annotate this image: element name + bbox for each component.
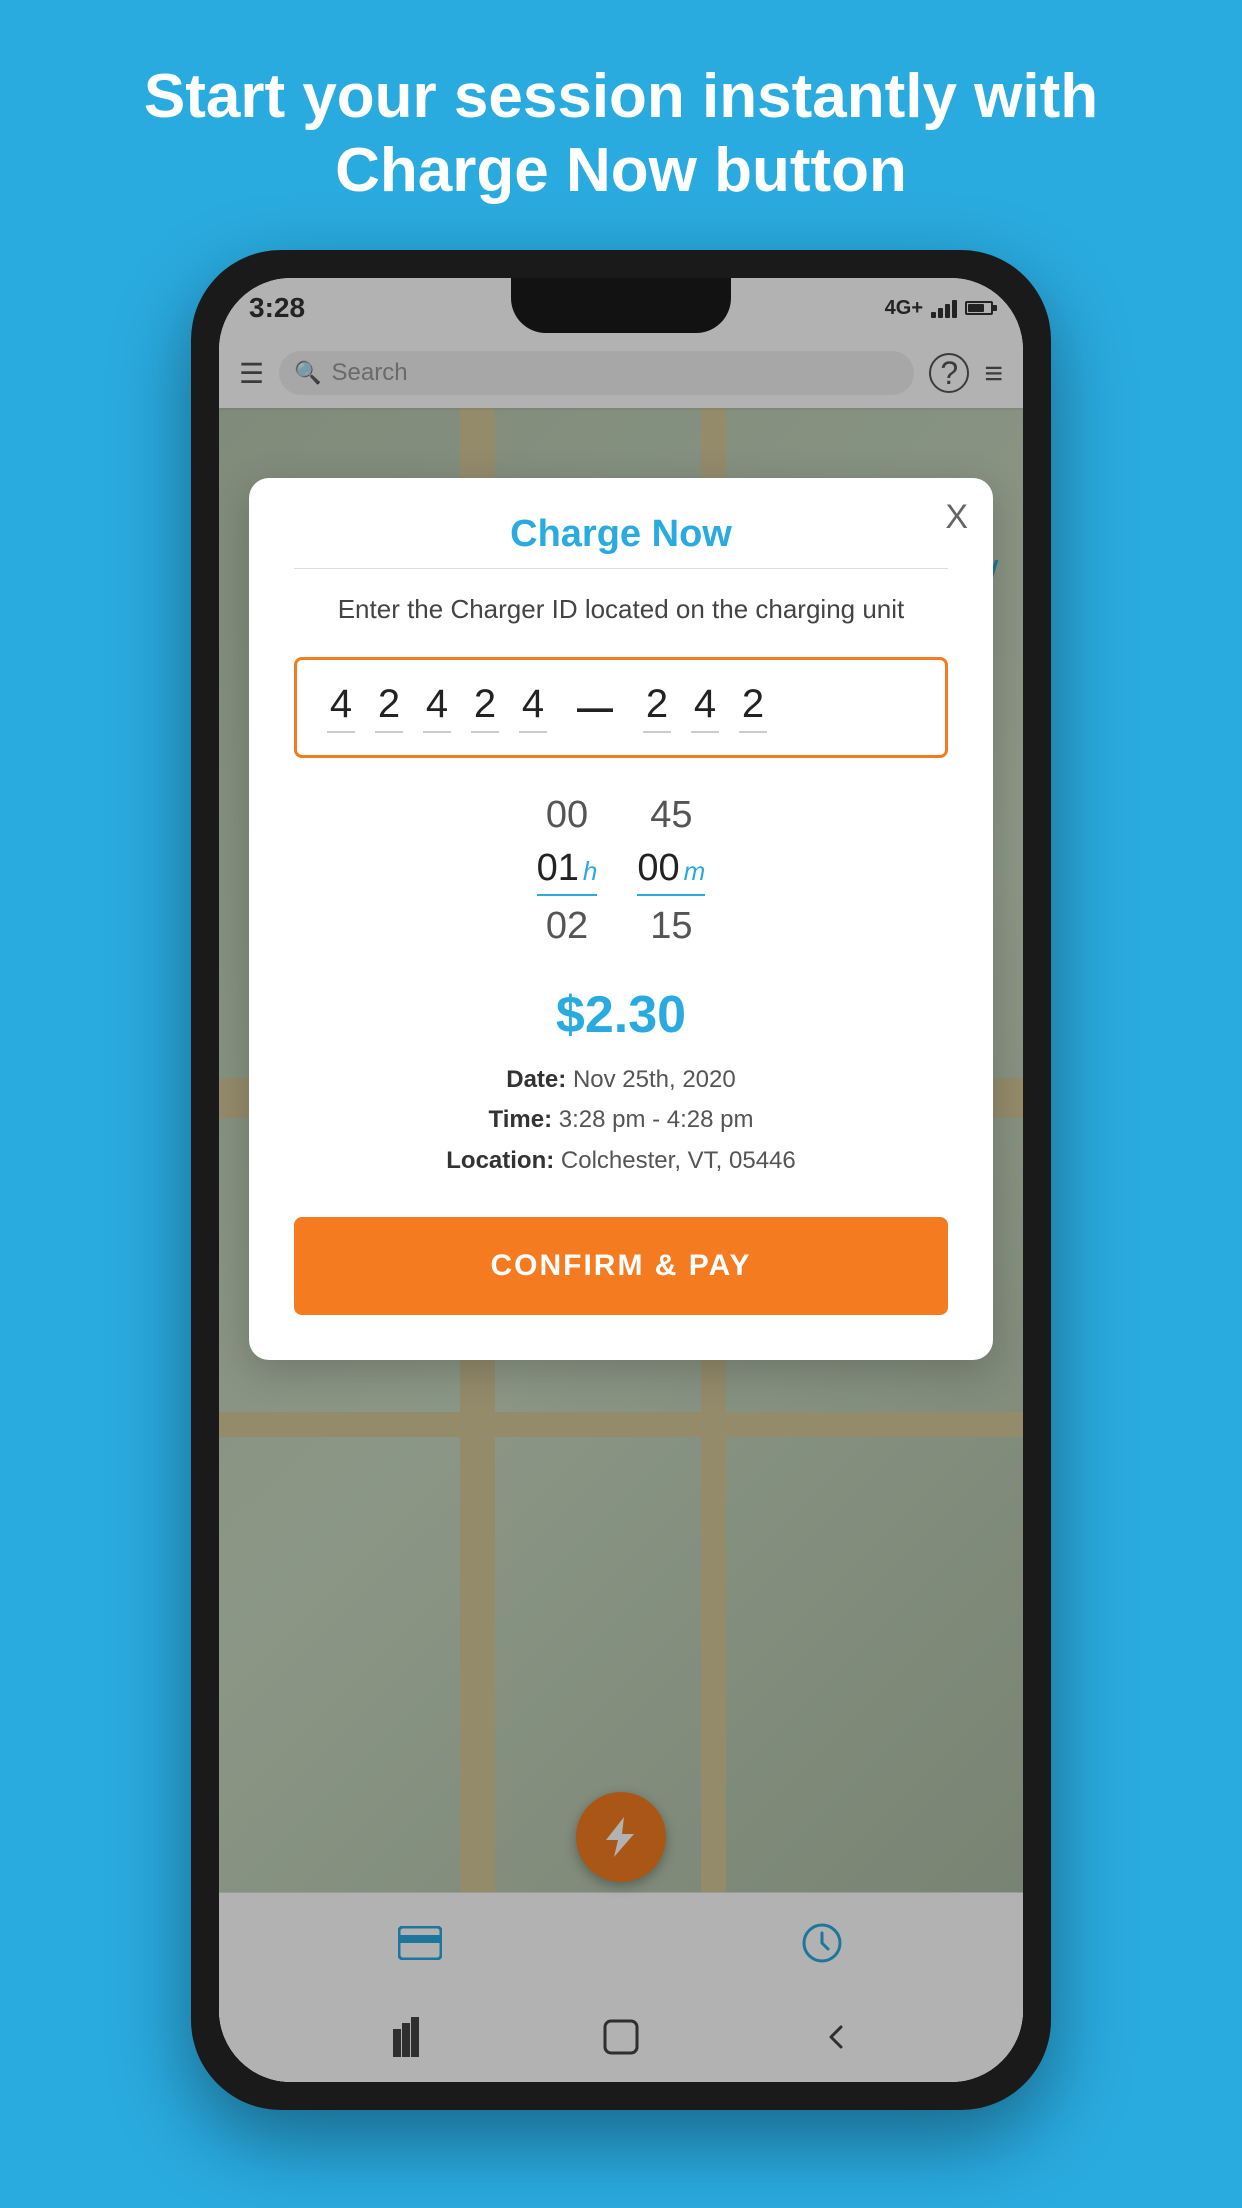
hours-value-selected[interactable]: 01h xyxy=(537,847,598,896)
modal-title: Charge Now xyxy=(294,513,948,556)
location-label: Location: Colchester, VT, 05446 xyxy=(446,1147,795,1174)
charger-digit-6: 2 xyxy=(643,682,671,733)
price-display: $2.30 xyxy=(294,985,948,1045)
minutes-value-bottom[interactable]: 15 xyxy=(650,904,692,950)
modal-divider xyxy=(294,568,948,569)
charger-digit-3: 4 xyxy=(423,682,451,733)
minutes-value-selected[interactable]: 00m xyxy=(637,847,705,896)
page-headline: Start your session instantly with Charge… xyxy=(0,0,1242,249)
charger-id-input[interactable]: 4 2 4 2 4 — 2 4 2 xyxy=(294,657,948,758)
charger-digit-8: 2 xyxy=(739,682,767,733)
charger-dash: — xyxy=(572,687,618,729)
charger-digit-4: 2 xyxy=(471,682,499,733)
confirm-pay-button[interactable]: CONFIRM & PAY xyxy=(294,1217,948,1315)
charge-now-modal: X Charge Now Enter the Charger ID locate… xyxy=(249,478,993,1360)
session-details: Date: Nov 25th, 2020 Time: 3:28 pm - 4:2… xyxy=(294,1060,948,1182)
minutes-column: 45 00m 15 xyxy=(637,793,705,949)
charger-digit-2: 2 xyxy=(375,682,403,733)
hours-column: 00 01h 02 xyxy=(537,793,598,949)
modal-close-button[interactable]: X xyxy=(945,498,968,537)
charger-digit-7: 4 xyxy=(691,682,719,733)
charger-id-part1: 4 2 4 2 4 xyxy=(327,682,547,733)
charger-digit-5: 4 xyxy=(519,682,547,733)
charger-id-part2: 2 4 2 xyxy=(643,682,767,733)
phone-frame: 3:28 4G+ ☰ 🔍 xyxy=(191,250,1051,2110)
hours-value-bottom[interactable]: 02 xyxy=(546,904,588,950)
modal-subtitle: Enter the Charger ID located on the char… xyxy=(294,591,948,627)
charger-digit-1: 4 xyxy=(327,682,355,733)
minutes-value-top[interactable]: 45 xyxy=(650,793,692,839)
hours-value-top[interactable]: 00 xyxy=(546,793,588,839)
time-picker: 00 01h 02 45 00m 15 xyxy=(294,793,948,949)
date-label: Date: Nov 25th, 2020 xyxy=(506,1066,735,1093)
time-label: Time: 3:28 pm - 4:28 pm xyxy=(488,1106,753,1133)
